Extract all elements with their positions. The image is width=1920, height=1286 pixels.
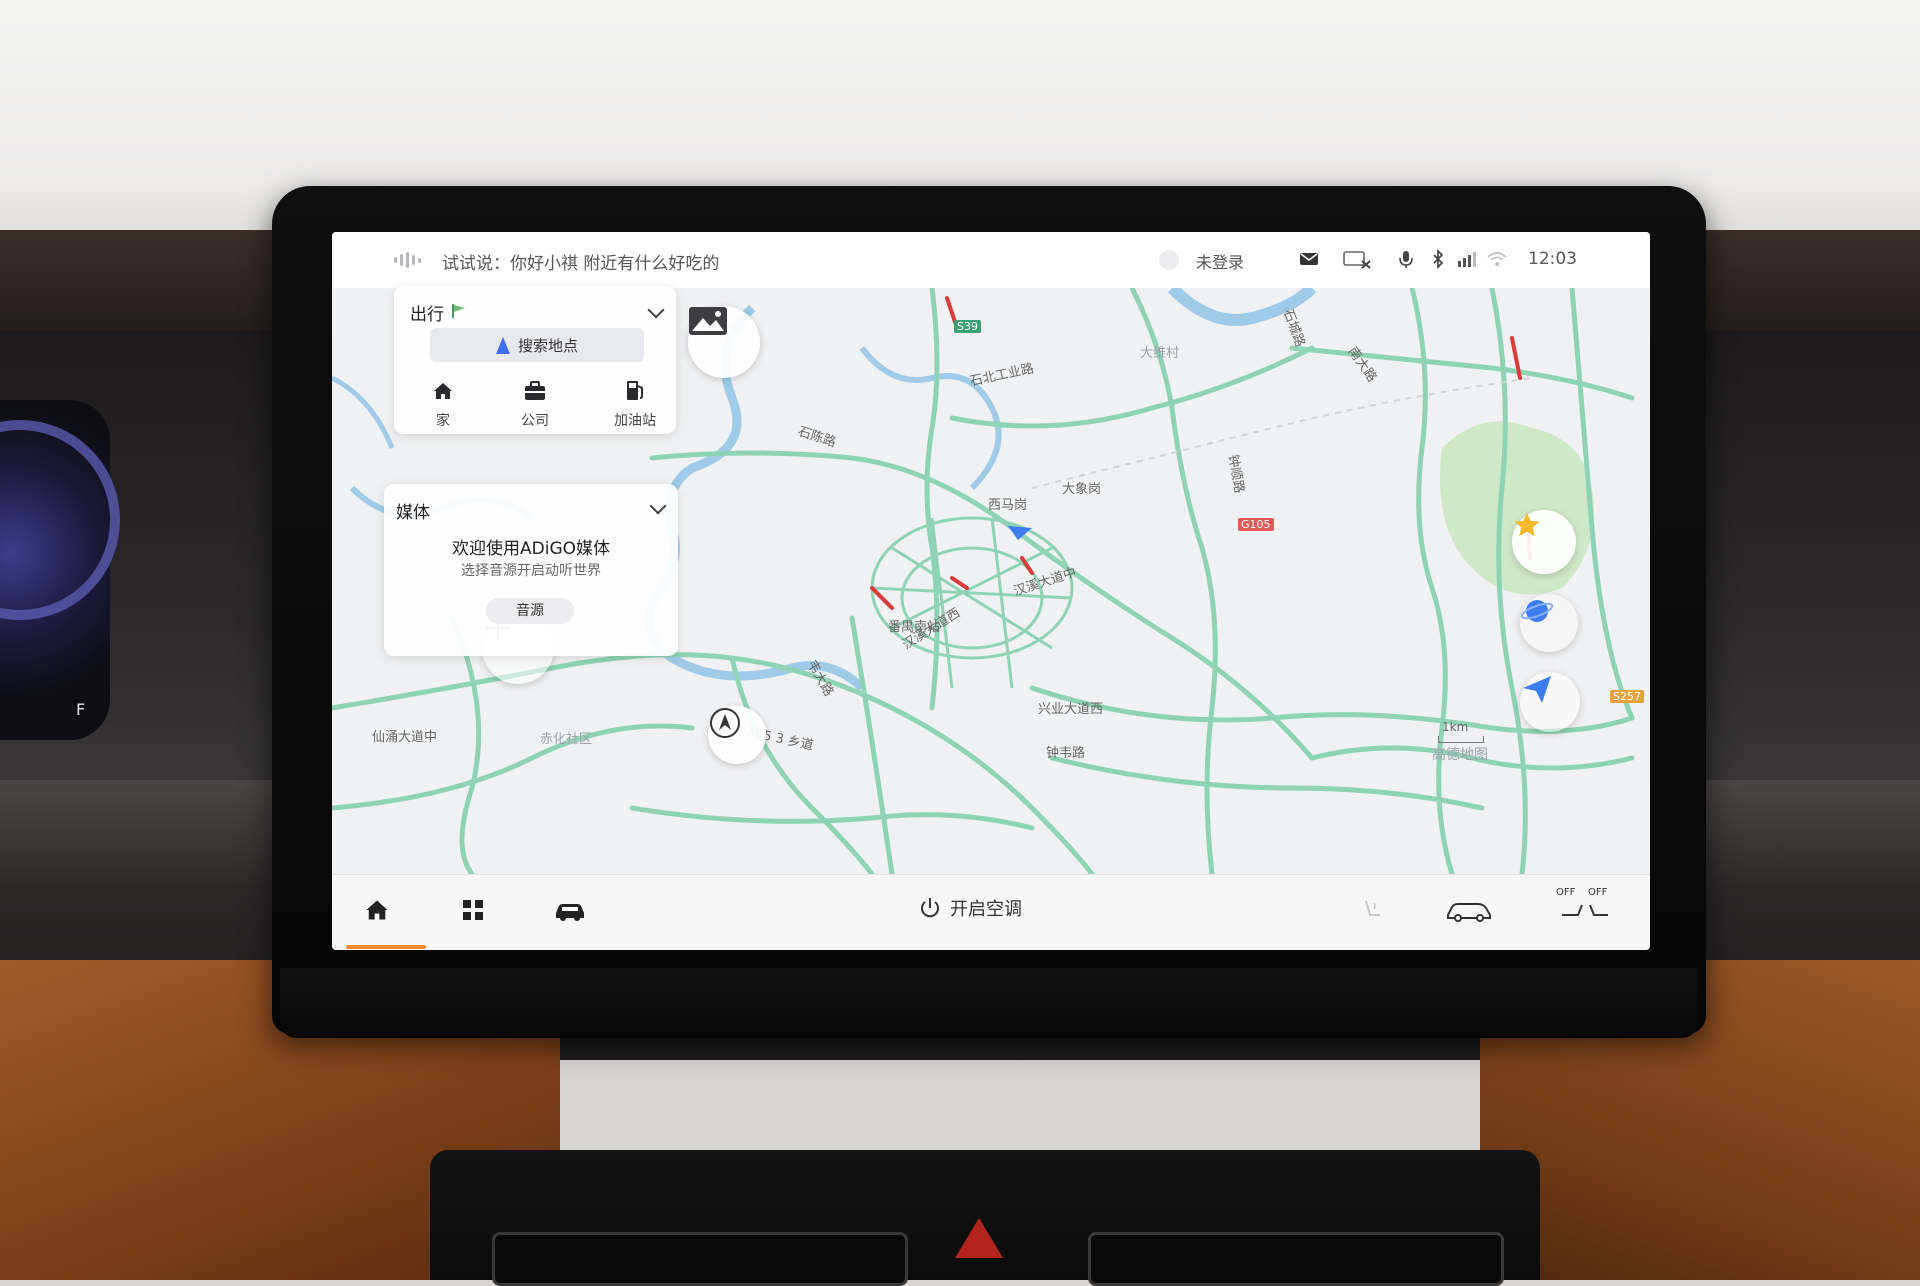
seat-heat-button[interactable] xyxy=(1356,893,1390,927)
ac-power-label: 开启空调 xyxy=(950,899,1022,920)
map-label-road: 兴业大道西 xyxy=(1038,702,1104,717)
map-scale-bar xyxy=(1438,736,1484,743)
explore-button[interactable] xyxy=(1520,594,1578,652)
hazard-button-icon[interactable] xyxy=(955,1218,1003,1258)
bottom-dock: 开启空调 OFF OFF xyxy=(332,874,1650,950)
off-left-label: OFF xyxy=(1556,887,1576,898)
media-welcome-text: 欢迎使用ADiGO媒体 xyxy=(452,539,610,559)
signal-strength-icon xyxy=(1456,249,1478,269)
quick-label: 家 xyxy=(436,413,450,429)
quick-gas-station-button[interactable]: 加油站 xyxy=(600,376,670,430)
wiper-icon xyxy=(1562,904,1608,916)
media-card-title: 媒体 xyxy=(396,503,430,523)
seat-icon xyxy=(1365,900,1380,916)
air-vent-right xyxy=(1088,1232,1504,1286)
map-highway-shield: G105 xyxy=(1238,518,1274,531)
off-right-label: OFF xyxy=(1588,887,1608,898)
planet-icon xyxy=(1520,600,1554,622)
message-icon[interactable] xyxy=(1298,249,1320,269)
briefcase-icon xyxy=(500,376,570,402)
home-icon xyxy=(366,900,388,920)
dock-active-indicator xyxy=(346,945,426,949)
star-icon xyxy=(1514,512,1540,537)
map-label-road: 仙涌大道中 xyxy=(372,730,438,745)
home-icon xyxy=(408,376,478,402)
favorites-button[interactable] xyxy=(1512,510,1576,574)
wifi-icon xyxy=(1486,249,1508,269)
fuel-indicator-f: F xyxy=(76,700,86,719)
voice-hint-text[interactable]: 试试说：你好小祺 附近有什么好吃的 xyxy=(442,249,719,274)
status-bar: 试试说：你好小祺 附近有什么好吃的 未登录 12:03 xyxy=(332,232,1650,288)
map-label-road: 钟韦路 xyxy=(1046,746,1086,761)
audio-source-button[interactable]: 音源 xyxy=(486,598,574,624)
bluetooth-icon xyxy=(1428,248,1450,270)
quick-home-button[interactable]: 家 xyxy=(408,376,478,430)
infotainment-screen: 试试说：你好小祺 附近有什么好吃的 未登录 12:03 石北工业路 石陈路 汉溪… xyxy=(332,232,1650,950)
map-label-poi: 大象岗 xyxy=(1062,482,1102,497)
power-icon xyxy=(921,898,939,918)
map-label-poi: 番禺南站 xyxy=(888,620,941,635)
travel-card: 出行 搜索地点 家 公司 加油站 xyxy=(394,286,676,434)
travel-collapse-chevron-icon[interactable] xyxy=(647,301,665,319)
quick-label: 公司 xyxy=(521,413,549,429)
quick-label: 加油站 xyxy=(614,413,656,429)
compass-button[interactable] xyxy=(708,706,766,764)
map-highway-shield: S257 xyxy=(1610,690,1644,703)
no-sim-icon xyxy=(1342,249,1372,269)
dock-home-button[interactable] xyxy=(360,893,394,927)
map-label-poi: 赤化社区 xyxy=(540,732,593,747)
fuel-pump-icon xyxy=(600,376,670,402)
map-scale: 1km xyxy=(1442,720,1469,734)
media-card: 媒体 欢迎使用ADiGO媒体 选择音源开启动听世界 音源 xyxy=(384,484,678,656)
media-subtitle: 选择音源开启动听世界 xyxy=(461,563,601,579)
screen-bezel-chin xyxy=(280,968,1698,1038)
map-provider-logo: 高德地图 xyxy=(1432,747,1488,763)
quick-company-button[interactable]: 公司 xyxy=(500,376,570,430)
car-status-button[interactable] xyxy=(1442,893,1496,927)
map-label-poi: 西马岗 xyxy=(988,498,1028,513)
clock: 12:03 xyxy=(1528,249,1577,269)
navigate-button[interactable] xyxy=(1520,672,1580,732)
search-place-label: 搜索地点 xyxy=(517,336,578,355)
auto-hold-off-button[interactable]: OFF OFF xyxy=(1556,887,1616,923)
travel-flag-icon xyxy=(450,302,468,324)
microphone-icon xyxy=(1396,249,1418,269)
media-collapse-chevron-icon[interactable] xyxy=(649,497,667,515)
voice-wave-icon[interactable] xyxy=(394,252,432,268)
search-place-button[interactable]: 搜索地点 xyxy=(430,328,644,362)
compass-icon xyxy=(710,708,740,738)
grid-icon xyxy=(463,900,483,920)
map-label-poi: 大维村 xyxy=(1140,346,1180,361)
gallery-button[interactable] xyxy=(688,306,760,378)
paper-plane-icon xyxy=(1523,676,1551,703)
car-outline-icon xyxy=(1447,903,1491,922)
map-highway-shield: S39 xyxy=(954,320,981,333)
dock-vehicle-button[interactable] xyxy=(550,893,590,927)
ac-power-button[interactable]: 开启空调 xyxy=(918,895,1022,921)
dock-apps-button[interactable] xyxy=(456,893,490,927)
air-vent-left xyxy=(492,1232,908,1286)
car-icon xyxy=(556,904,584,921)
navigation-arrow-icon xyxy=(495,336,510,354)
user-avatar-icon[interactable] xyxy=(1158,249,1180,270)
picture-icon xyxy=(689,307,727,335)
login-status[interactable]: 未登录 xyxy=(1196,249,1244,273)
travel-card-title: 出行 xyxy=(410,305,444,325)
